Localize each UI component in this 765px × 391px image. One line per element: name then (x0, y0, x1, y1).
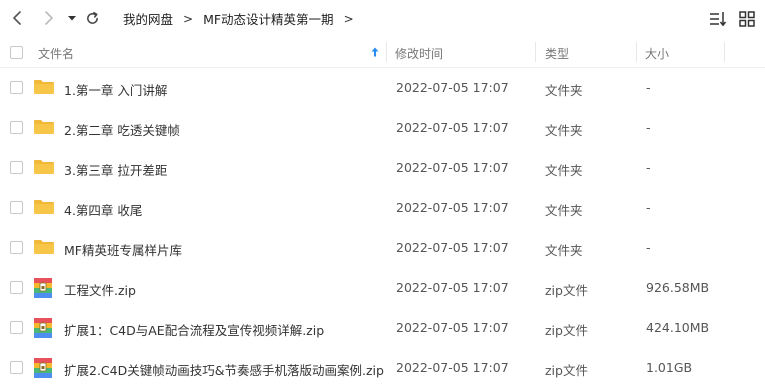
navigation-bar: 我的网盘 > MF动态设计精英第一期 > (0, 0, 765, 36)
sort-list-icon (710, 12, 727, 27)
column-divider[interactable] (724, 42, 725, 62)
file-size: - (646, 240, 651, 255)
sort-menu-button[interactable] (708, 9, 728, 29)
row-checkbox[interactable] (10, 161, 23, 174)
grid-icon (739, 11, 755, 27)
file-name[interactable]: 1.第一章 入门讲解 (64, 80, 167, 99)
file-name[interactable]: 工程文件.zip (64, 280, 136, 299)
file-modified-date: 2022-07-05 17:07 (396, 360, 509, 375)
file-row[interactable]: 3.第三章 拉开差距 2022-07-05 17:07 文件夹 - (0, 148, 765, 188)
column-header-size[interactable]: 大小 (645, 45, 669, 62)
folder-icon (33, 157, 54, 177)
file-type: 文件夹 (545, 203, 583, 218)
file-row[interactable]: 1.第一章 入门讲解 2022-07-05 17:07 文件夹 - (0, 68, 765, 108)
file-modified-date: 2022-07-05 17:07 (396, 200, 509, 215)
back-button[interactable] (8, 8, 28, 28)
folder-icon (33, 237, 54, 257)
zip-icon (33, 317, 53, 338)
breadcrumb-separator: > (183, 11, 194, 26)
history-dropdown-button[interactable] (62, 8, 82, 28)
caret-down-icon (68, 16, 76, 21)
file-name[interactable]: 2.第二章 吃透关键帧 (64, 120, 180, 139)
column-header-name[interactable]: 文件名 (38, 45, 74, 62)
column-divider[interactable] (636, 42, 637, 62)
select-all-checkbox[interactable] (10, 46, 23, 59)
grid-view-button[interactable] (737, 9, 757, 29)
file-modified-date: 2022-07-05 17:07 (396, 160, 509, 175)
file-size: - (646, 80, 651, 95)
file-size: - (646, 120, 651, 135)
row-checkbox[interactable] (10, 121, 23, 134)
file-type: zip文件 (545, 363, 588, 378)
refresh-button[interactable] (82, 8, 102, 28)
column-header-modified[interactable]: 修改时间 (395, 45, 443, 62)
refresh-icon (86, 11, 98, 24)
zip-icon (33, 277, 53, 298)
row-checkbox[interactable] (10, 361, 23, 374)
file-type: 文件夹 (545, 243, 583, 258)
sort-ascending-icon[interactable] (371, 47, 379, 57)
folder-icon (33, 117, 54, 137)
file-type: 文件夹 (545, 163, 583, 178)
file-list-header: 文件名 修改时间 类型 大小 (0, 38, 765, 66)
chevron-right-icon (45, 11, 53, 25)
column-header-type[interactable]: 类型 (545, 45, 569, 62)
file-name[interactable]: MF精英班专属样片库 (64, 240, 182, 259)
file-type: zip文件 (545, 323, 588, 338)
zip-icon (33, 357, 53, 378)
file-size: - (646, 200, 651, 215)
file-modified-date: 2022-07-05 17:07 (396, 320, 509, 335)
breadcrumb-item-root[interactable]: 我的网盘 (123, 9, 173, 28)
row-checkbox[interactable] (10, 321, 23, 334)
folder-icon (33, 197, 54, 217)
file-row[interactable]: 扩展2.C4D关键帧动画技巧&节奏感手机落版动画案例.zip 2022-07-05… (0, 348, 765, 388)
file-type: zip文件 (545, 283, 588, 298)
file-size: 424.10MB (646, 320, 710, 335)
forward-button[interactable] (38, 8, 58, 28)
file-row[interactable]: 扩展1：C4D与AE配合流程及宣传视频详解.zip 2022-07-05 17:0… (0, 308, 765, 348)
file-size: 926.58MB (646, 280, 710, 295)
file-modified-date: 2022-07-05 17:07 (396, 120, 509, 135)
file-row[interactable]: 2.第二章 吃透关键帧 2022-07-05 17:07 文件夹 - (0, 108, 765, 148)
breadcrumb: 我的网盘 > MF动态设计精英第一期 > (123, 9, 364, 28)
file-row[interactable]: 4.第四章 收尾 2022-07-05 17:07 文件夹 - (0, 188, 765, 228)
file-type: 文件夹 (545, 83, 583, 98)
chevron-left-icon (13, 11, 21, 25)
column-divider[interactable] (535, 42, 536, 62)
file-name[interactable]: 3.第三章 拉开差距 (64, 160, 167, 179)
file-name[interactable]: 扩展1：C4D与AE配合流程及宣传视频详解.zip (64, 320, 324, 339)
column-divider[interactable] (386, 42, 387, 62)
file-size: 1.01GB (646, 360, 693, 375)
row-checkbox[interactable] (10, 241, 23, 254)
file-row[interactable]: 工程文件.zip 2022-07-05 17:07 zip文件 926.58MB (0, 268, 765, 308)
file-modified-date: 2022-07-05 17:07 (396, 80, 509, 95)
row-checkbox[interactable] (10, 281, 23, 294)
row-checkbox[interactable] (10, 201, 23, 214)
file-name[interactable]: 扩展2.C4D关键帧动画技巧&节奏感手机落版动画案例.zip (64, 360, 384, 379)
breadcrumb-item-current[interactable]: MF动态设计精英第一期 (203, 9, 333, 28)
file-type: 文件夹 (545, 123, 583, 138)
breadcrumb-separator: > (343, 11, 354, 26)
file-row[interactable]: MF精英班专属样片库 2022-07-05 17:07 文件夹 - (0, 228, 765, 268)
file-name[interactable]: 4.第四章 收尾 (64, 200, 142, 219)
file-modified-date: 2022-07-05 17:07 (396, 280, 509, 295)
folder-icon (33, 77, 54, 97)
row-checkbox[interactable] (10, 81, 23, 94)
file-size: - (646, 160, 651, 175)
file-modified-date: 2022-07-05 17:07 (396, 240, 509, 255)
